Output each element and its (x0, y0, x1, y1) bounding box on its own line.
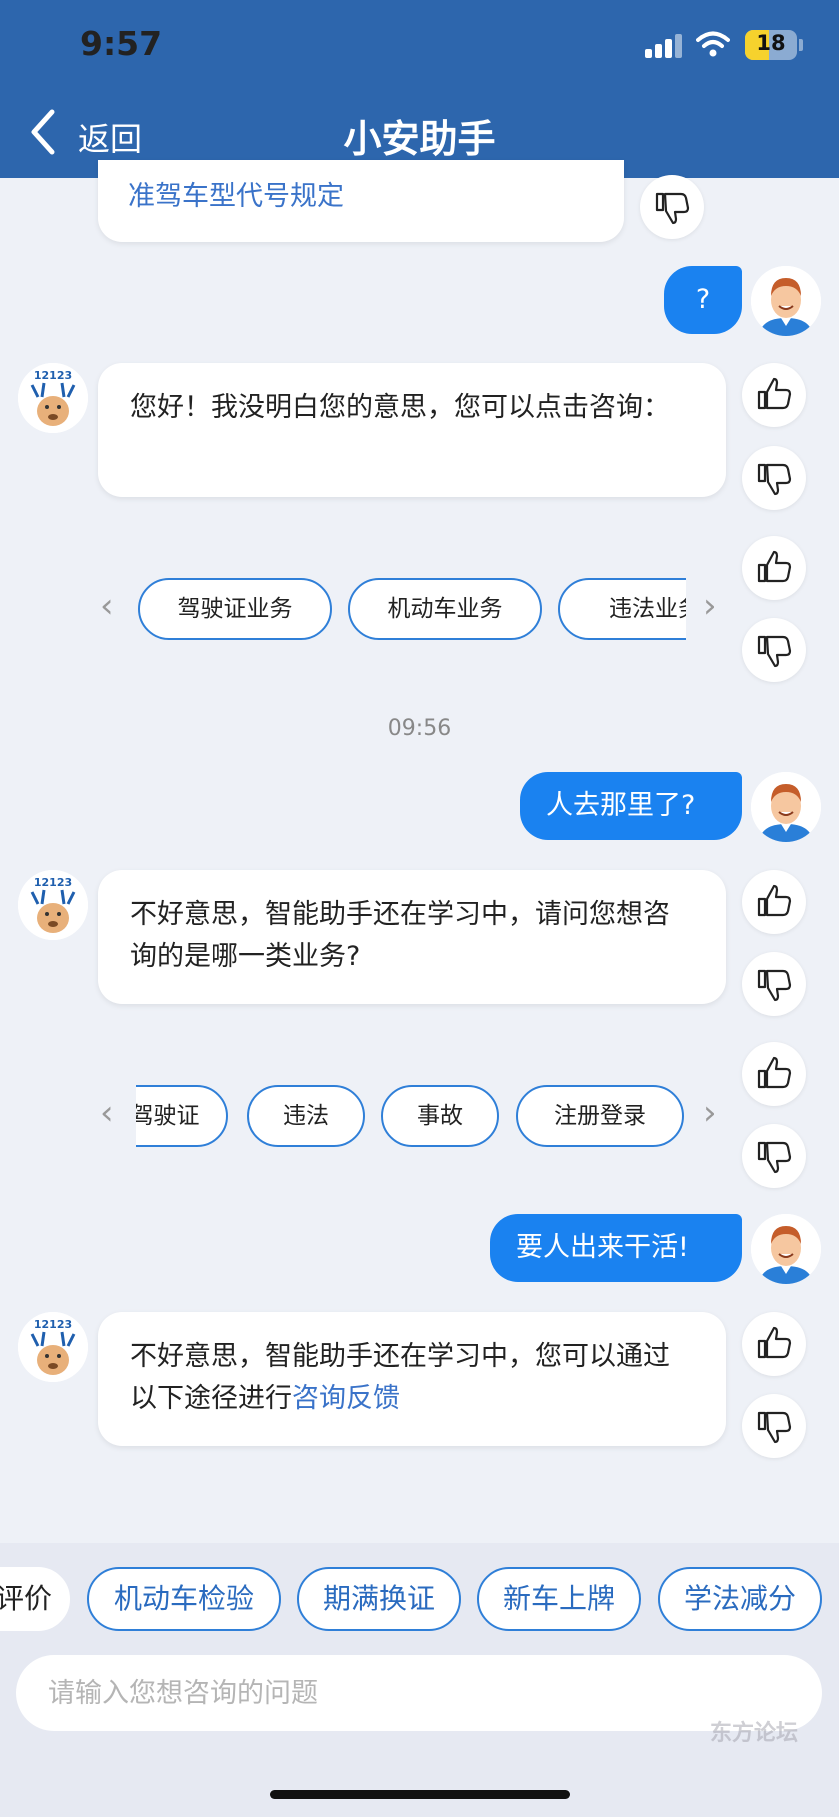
back-chevron-icon[interactable] (28, 108, 58, 156)
deer-mascot-icon: 12123 (18, 363, 88, 433)
chip-scroll-left-icon[interactable]: ‹ (100, 586, 114, 626)
thumbs-down-icon (757, 1411, 792, 1444)
suggestion-chip[interactable]: 违法业务 (558, 578, 686, 640)
thumbs-down-icon (757, 1141, 792, 1174)
svg-text:12123: 12123 (34, 1318, 72, 1331)
quick-chip[interactable]: 学法减分 (658, 1567, 822, 1631)
chat-timestamp: 09:56 (387, 716, 452, 741)
thumbs-up-icon (757, 1056, 792, 1089)
user-message-text: 要人出来干活! (516, 1232, 689, 1263)
deer-mascot-icon: 12123 (18, 870, 88, 940)
user-avatar (751, 1214, 821, 1284)
chip-scroll-left-icon[interactable]: ‹ (100, 1093, 114, 1133)
quick-chip[interactable]: 新车上牌 (477, 1567, 641, 1631)
user-message: ? (664, 266, 742, 334)
status-time: 9:57 (80, 24, 163, 63)
thumbs-down-icon (757, 463, 792, 496)
user-avatar-icon (751, 1214, 821, 1284)
battery-nub (799, 39, 803, 51)
suggestion-chip[interactable]: 驾驶证业务 (138, 578, 332, 640)
thumbs-up-button[interactable] (742, 363, 806, 427)
user-avatar (751, 266, 821, 336)
thumbs-up-icon (757, 884, 792, 917)
thumbs-up-button[interactable] (742, 1042, 806, 1106)
faq-link[interactable]: 准驾车型代号规定 (128, 181, 344, 212)
suggestion-chip[interactable]: 机动车业务 (348, 578, 542, 640)
bot-message-text: 不好意思，智能助手还在学习中，您可以通过以下途径进行 (130, 1341, 670, 1414)
thumbs-down-button[interactable] (742, 1124, 806, 1188)
wifi-icon (696, 31, 730, 57)
user-message-text: ? (695, 284, 711, 315)
forum-watermark: 东方论坛 (710, 1721, 799, 1746)
home-indicator[interactable] (270, 1790, 570, 1799)
thumbs-down-button[interactable] (742, 618, 806, 682)
bot-avatar: 12123 (18, 363, 88, 433)
bot-message: 不好意思，智能助手还在学习中，您可以通过以下途径进行咨询反馈 (98, 1312, 726, 1446)
bot-avatar: 12123 (18, 1312, 88, 1382)
thumbs-up-button[interactable] (742, 536, 806, 600)
quick-chip[interactable]: 期满换证 (297, 1567, 461, 1631)
user-message: 人去那里了? (520, 772, 742, 840)
quick-reply-bar: 评价 机动车检验 期满换证 新车上牌 学法减分 (0, 1543, 839, 1645)
thumbs-down-icon (757, 969, 792, 1002)
chip-scroll-right-icon[interactable]: › (703, 586, 717, 626)
question-input[interactable] (16, 1655, 822, 1731)
thumbs-down-button[interactable] (742, 446, 806, 510)
thumbs-up-button[interactable] (742, 1312, 806, 1376)
user-avatar (751, 772, 821, 842)
bot-message: 您好！我没明白您的意思，您可以点击咨询： (98, 363, 726, 497)
suggestion-chip-row: 驾驶证 违法 事故 注册登录 (136, 1085, 686, 1151)
deer-mascot-icon: 12123 (18, 1312, 88, 1382)
thumbs-down-button[interactable] (742, 952, 806, 1016)
bot-avatar: 12123 (18, 870, 88, 940)
bot-message-text: 您好！我没明白您的意思，您可以点击咨询： (130, 392, 670, 423)
thumbs-down-icon (655, 192, 690, 225)
suggestion-chip-row: 驾驶证业务 机动车业务 违法业务 (136, 578, 686, 644)
thumbs-down-button[interactable] (742, 1394, 806, 1458)
thumbs-up-button[interactable] (742, 870, 806, 934)
suggestion-chip[interactable]: 事故 (381, 1085, 499, 1147)
svg-text:12123: 12123 (34, 876, 72, 889)
suggestion-chip[interactable]: 注册登录 (516, 1085, 684, 1147)
user-message-text: 人去那里了? (546, 790, 696, 821)
user-avatar-icon (751, 772, 821, 842)
bot-message: 准驾车型代号规定 (98, 160, 624, 242)
user-message: 要人出来干活! (490, 1214, 742, 1282)
feedback-link[interactable]: 咨询反馈 (292, 1383, 400, 1414)
back-button[interactable]: 返回 (78, 114, 142, 160)
thumbs-up-icon (757, 550, 792, 583)
thumbs-down-icon (757, 635, 792, 668)
bot-message: 不好意思，智能助手还在学习中，请问您想咨询的是哪一类业务? (98, 870, 726, 1004)
suggestion-chip[interactable]: 驾驶证 (136, 1085, 228, 1147)
battery-percent: 18 (756, 31, 786, 55)
thumbs-down-button[interactable] (640, 175, 704, 239)
quick-chip[interactable]: 机动车检验 (87, 1567, 281, 1631)
bot-message-text: 不好意思，智能助手还在学习中，请问您想咨询的是哪一类业务? (130, 899, 670, 972)
thumbs-up-icon (757, 377, 792, 410)
user-avatar-icon (751, 266, 821, 336)
suggestion-chip[interactable]: 违法 (247, 1085, 365, 1147)
svg-text:12123: 12123 (34, 369, 72, 382)
chip-scroll-right-icon[interactable]: › (703, 1093, 717, 1133)
cellular-signal-icon (645, 34, 683, 58)
thumbs-up-icon (757, 1326, 792, 1359)
battery-icon: 18 (745, 30, 797, 60)
quick-chip[interactable]: 评价 (0, 1567, 70, 1631)
